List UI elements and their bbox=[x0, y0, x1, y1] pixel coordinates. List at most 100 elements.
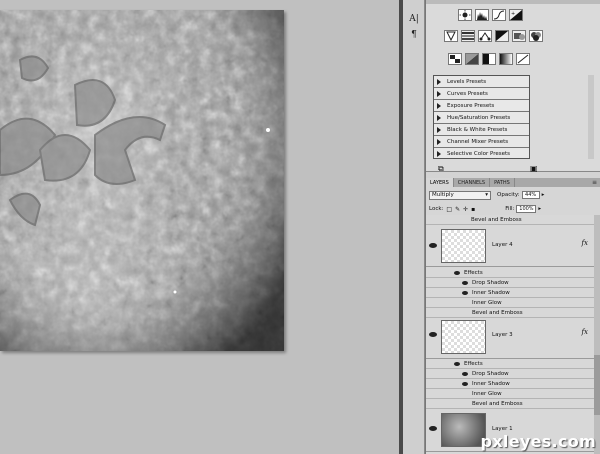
tab-channels[interactable]: CHANNELS bbox=[454, 178, 491, 187]
effect-row[interactable]: Bevel and Emboss bbox=[426, 399, 594, 409]
vibrance-icon[interactable] bbox=[444, 30, 458, 42]
preset-hue-saturation[interactable]: Hue/Saturation Presets bbox=[434, 112, 529, 124]
visibility-eye-icon[interactable] bbox=[429, 243, 437, 248]
scrollbar-thumb[interactable] bbox=[594, 355, 600, 415]
exposure-icon[interactable]: + bbox=[509, 9, 523, 21]
adjustments-panel-header bbox=[426, 0, 600, 4]
blend-mode-select[interactable]: Multiply ▾ bbox=[429, 190, 491, 200]
tab-layers[interactable]: LAYERS bbox=[426, 178, 454, 187]
adjustment-presets-list: Levels Presets Curves Presets Exposure P… bbox=[433, 75, 530, 159]
lock-all-icon[interactable]: ▪ bbox=[471, 206, 475, 213]
effect-row[interactable]: Inner Shadow bbox=[426, 288, 594, 298]
brightness-contrast-icon[interactable] bbox=[458, 9, 472, 21]
visibility-eye-icon[interactable] bbox=[462, 280, 468, 285]
visibility-eye-icon[interactable] bbox=[462, 371, 468, 376]
fill-field[interactable]: 100% bbox=[516, 205, 537, 213]
expand-triangle-icon[interactable] bbox=[437, 151, 441, 157]
effect-row[interactable]: Drop Shadow bbox=[426, 369, 594, 379]
preset-curves[interactable]: Curves Presets bbox=[434, 88, 529, 100]
hue-saturation-icon[interactable] bbox=[461, 30, 475, 42]
layers-list: Bevel and Emboss Layer 4 fx Effects Drop… bbox=[426, 215, 594, 454]
adjustment-icons-row-2 bbox=[444, 30, 546, 46]
selective-color-icon[interactable] bbox=[516, 53, 530, 65]
visibility-eye-icon[interactable] bbox=[429, 426, 437, 431]
layer-row-layer-3[interactable]: Layer 3 fx bbox=[426, 318, 594, 359]
effects-row[interactable]: Effects bbox=[426, 268, 594, 278]
presets-scrollbar[interactable] bbox=[588, 75, 594, 159]
effect-row[interactable]: Bevel and Emboss bbox=[426, 308, 594, 318]
layer-thumbnail bbox=[441, 320, 486, 354]
curves-icon[interactable] bbox=[492, 9, 506, 21]
right-panels: + Levels Presets Curves Presets Exposure… bbox=[426, 0, 600, 454]
effect-row[interactable]: Inner Glow bbox=[426, 389, 594, 399]
effect-row[interactable]: Inner Shadow bbox=[426, 379, 594, 389]
effects-row[interactable]: Effects bbox=[426, 359, 594, 369]
layer-thumbnail bbox=[441, 413, 486, 447]
adjustment-icons-row-1: + bbox=[458, 9, 526, 25]
clip-to-layer-icon[interactable]: ⧉ bbox=[438, 164, 444, 174]
chevron-down-icon[interactable]: ▸ bbox=[538, 206, 541, 212]
photo-filter-icon[interactable] bbox=[512, 30, 526, 42]
layers-panel-tabs: LAYERS CHANNELS PATHS ≡ bbox=[426, 178, 600, 187]
visibility-eye-icon[interactable] bbox=[429, 332, 437, 337]
color-balance-icon[interactable] bbox=[478, 30, 492, 42]
channel-mixer-icon[interactable] bbox=[529, 30, 543, 42]
ice-texture-image bbox=[0, 10, 284, 351]
adjustment-icons-row-3 bbox=[448, 53, 533, 69]
paragraph-panel-icon[interactable]: ¶ bbox=[406, 28, 422, 42]
visibility-eye-icon[interactable] bbox=[454, 270, 460, 275]
visibility-eye-icon[interactable] bbox=[462, 381, 468, 386]
effect-row[interactable]: Drop Shadow bbox=[426, 278, 594, 288]
lock-label: Lock: bbox=[429, 206, 444, 212]
preset-exposure[interactable]: Exposure Presets bbox=[434, 100, 529, 112]
lock-pixels-icon[interactable]: ✎ bbox=[455, 206, 460, 213]
layers-scrollbar[interactable] bbox=[594, 215, 600, 454]
chevron-down-icon[interactable]: ▸ bbox=[542, 192, 545, 198]
lock-fill-row: Lock: □ ✎ ✛ ▪ Fill: 100% ▸ bbox=[426, 203, 600, 215]
levels-icon[interactable] bbox=[475, 9, 489, 21]
panel-menu-icon[interactable]: ≡ bbox=[592, 179, 597, 186]
effect-row[interactable]: Inner Glow bbox=[426, 298, 594, 308]
expand-triangle-icon[interactable] bbox=[437, 126, 441, 133]
photoshop-window: A| ¶ + Levels Presets Curves Presets Exp… bbox=[0, 0, 600, 454]
adjustments-panel: + Levels Presets Curves Presets Exposure… bbox=[426, 0, 600, 174]
expand-triangle-icon[interactable] bbox=[437, 138, 441, 145]
character-panel-icon[interactable]: A| bbox=[406, 12, 422, 26]
posterize-icon[interactable] bbox=[465, 53, 479, 65]
blend-opacity-row: Multiply ▾ Opacity: 44% ▸ bbox=[426, 189, 600, 201]
lock-position-icon[interactable]: ✛ bbox=[463, 206, 468, 213]
black-white-icon[interactable] bbox=[495, 30, 509, 42]
invert-icon[interactable] bbox=[448, 53, 462, 65]
threshold-icon[interactable] bbox=[482, 53, 496, 65]
preset-levels[interactable]: Levels Presets bbox=[434, 76, 529, 88]
document-canvas[interactable] bbox=[0, 10, 284, 351]
effect-row[interactable]: Bevel and Emboss bbox=[426, 215, 594, 225]
adjustments-footer: ⧉ ▣ bbox=[426, 164, 600, 174]
expand-triangle-icon[interactable] bbox=[437, 78, 441, 85]
collapsed-panel-dock: A| ¶ bbox=[403, 0, 425, 454]
expand-triangle-icon[interactable] bbox=[437, 90, 441, 97]
expand-triangle-icon[interactable] bbox=[437, 102, 441, 109]
preset-channel-mixer[interactable]: Channel Mixer Presets bbox=[434, 136, 529, 148]
fx-icon[interactable]: fx bbox=[581, 328, 588, 336]
document-workspace bbox=[0, 0, 399, 454]
watermark: pxleyes.com bbox=[480, 432, 596, 451]
new-adjustment-icon[interactable]: ▣ bbox=[530, 164, 538, 173]
chevron-down-icon: ▾ bbox=[485, 192, 488, 198]
tab-paths[interactable]: PATHS bbox=[490, 178, 515, 187]
fill-label: Fill: bbox=[505, 206, 515, 212]
preset-black-white[interactable]: Black & White Presets bbox=[434, 124, 529, 136]
visibility-eye-icon[interactable] bbox=[454, 361, 460, 366]
preset-selective-color[interactable]: Selective Color Presets bbox=[434, 148, 529, 160]
layer-thumbnail bbox=[441, 229, 486, 263]
svg-text:+: + bbox=[511, 11, 515, 17]
opacity-field[interactable]: 44% bbox=[521, 191, 540, 199]
visibility-eye-icon[interactable] bbox=[462, 290, 468, 295]
lock-transparency-icon[interactable]: □ bbox=[446, 206, 452, 213]
expand-triangle-icon[interactable] bbox=[437, 114, 441, 121]
layers-panel: LAYERS CHANNELS PATHS ≡ Multiply ▾ Opaci… bbox=[426, 178, 600, 454]
gradient-map-icon[interactable] bbox=[499, 53, 513, 65]
opacity-label: Opacity: bbox=[497, 192, 520, 198]
layer-row-layer-4[interactable]: Layer 4 fx bbox=[426, 225, 594, 267]
fx-icon[interactable]: fx bbox=[581, 239, 588, 247]
